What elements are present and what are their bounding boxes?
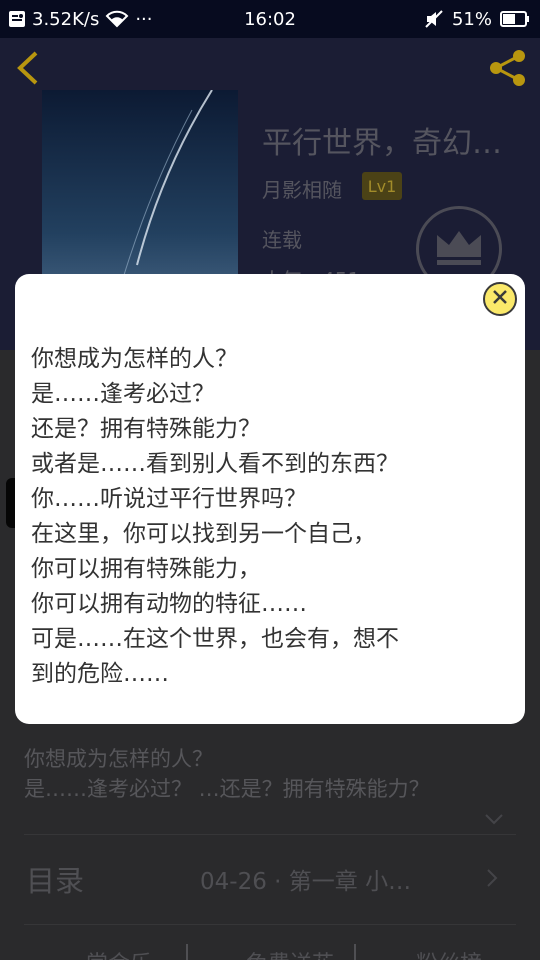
intro-dialog: 你想成为怎样的人？ 是……逢考必过？ 还是？拥有特殊能力？ 或者是……看到别人看… [15, 274, 525, 724]
dialog-line: 你想成为怎样的人？ [31, 346, 238, 372]
dialog-line: 你可以拥有动物的特征…… [31, 591, 307, 617]
battery-icon [500, 11, 530, 27]
back-button[interactable] [14, 50, 44, 90]
wifi-icon [105, 10, 129, 28]
tab-free-flowers[interactable]: 免费送花 [246, 946, 334, 960]
serial-status: 连载 [262, 228, 302, 252]
dialog-line: 是……逢考必过？ [31, 381, 215, 407]
close-icon [492, 289, 508, 309]
intro-line: 你想成为怎样的人？ [24, 747, 213, 771]
tab-changhuile[interactable]: 常会乐 [86, 946, 152, 960]
clock: 16:02 [244, 8, 296, 30]
tab-fan-ranking[interactable]: 粉丝榜 [416, 946, 482, 960]
back-icon [14, 50, 40, 90]
expand-chevron-icon[interactable] [484, 810, 504, 829]
bottom-tabs: 常会乐 免费送花 粉丝榜 [0, 940, 540, 960]
share-button[interactable] [488, 50, 528, 90]
book-title: 平行世界，奇幻… [262, 126, 502, 161]
crown-icon [433, 227, 485, 271]
battery-percent: 51% [451, 8, 492, 30]
close-button[interactable] [483, 282, 517, 316]
tab-separator [186, 944, 188, 960]
status-bar: 3.52K/s ··· 16:02 51% [0, 0, 540, 38]
dialog-line: 到的危险…… [31, 661, 169, 687]
status-dots: ··· [135, 8, 153, 30]
dialog-line: 你可以拥有特殊能力， [31, 556, 261, 582]
notification-icon [8, 10, 26, 28]
dialog-line: 或者是……看到别人看不到的东西？ [31, 451, 399, 477]
divider [24, 924, 516, 925]
dialog-line: 在这里，你可以找到另一个自己， [31, 521, 376, 547]
share-icon [489, 49, 527, 91]
dialog-line: 可是……在这个世界，也会有，想不 [31, 626, 399, 652]
toc-latest-chapter[interactable]: 04-26 · 第一章 小… [200, 862, 411, 896]
network-speed: 3.52K/s [32, 8, 100, 30]
dialog-line: 还是？拥有特殊能力？ [31, 416, 261, 442]
mute-icon [424, 9, 444, 29]
toc-label[interactable]: 目录 [26, 858, 84, 900]
book-intro[interactable]: 你想成为怎样的人？ 是……逢考必过？ …还是？拥有特殊能力？ [24, 744, 530, 804]
dialog-line: 你……听说过平行世界吗？ [31, 486, 307, 512]
chevron-right-icon[interactable] [486, 868, 498, 892]
dialog-text: 你想成为怎样的人？ 是……逢考必过？ 还是？拥有特殊能力？ 或者是……看到别人看… [31, 342, 511, 692]
intro-line: 是……逢考必过？ …还是？拥有特殊能力？ [24, 777, 430, 801]
level-badge: Lv1 [362, 172, 402, 200]
divider [24, 834, 516, 835]
author-name[interactable]: 月影相随 [262, 174, 342, 203]
tab-separator [354, 944, 356, 960]
